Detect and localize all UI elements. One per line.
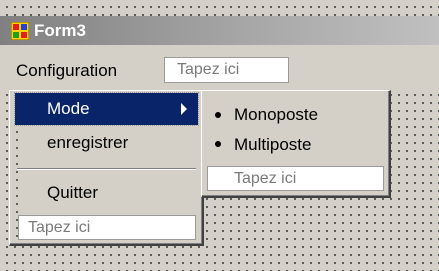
window-title: Form3 <box>34 21 86 40</box>
bullet-icon <box>215 141 221 147</box>
bullet-icon <box>215 112 221 118</box>
submenu-item-multiposte[interactable]: Multiposte <box>234 133 311 157</box>
menu-item-enregistrer[interactable]: enregistrer <box>47 131 128 155</box>
menu-item-mode[interactable] <box>14 92 199 126</box>
submenu-item-monoposte[interactable]: Monoposte <box>234 103 318 127</box>
submenu-arrow-icon <box>181 103 187 115</box>
menubar-type-here-field[interactable]: Tapez ici <box>164 57 289 83</box>
menu-item-mode-label: Mode <box>47 99 90 118</box>
menu-separator <box>17 168 196 170</box>
form-designer-window: Form3 Configuration Tapez ici Mode enreg… <box>0 0 439 271</box>
dropdown-type-here-field[interactable]: Tapez ici <box>18 215 196 240</box>
menu-configuration[interactable]: Configuration <box>16 59 117 83</box>
submenu-type-here-field[interactable]: Tapez ici <box>207 166 384 191</box>
form-app-icon <box>11 22 29 40</box>
menu-item-quitter[interactable]: Quitter <box>47 181 98 205</box>
